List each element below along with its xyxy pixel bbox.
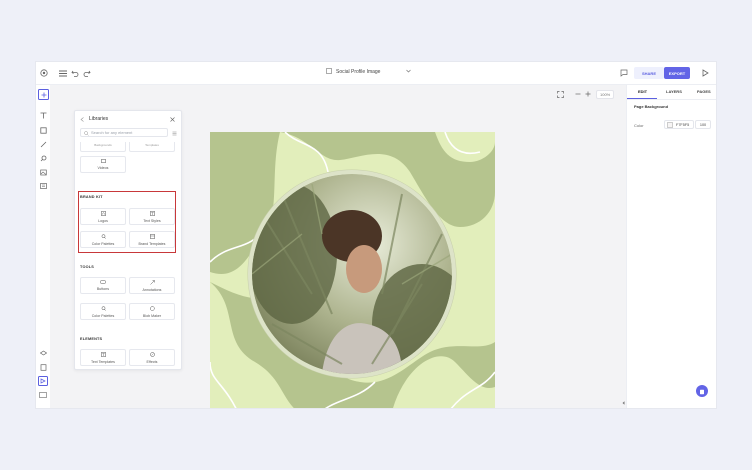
arrow-icon xyxy=(149,279,155,286)
menu-icon[interactable] xyxy=(58,68,68,78)
chevron-down-icon[interactable] xyxy=(406,69,412,75)
libraries-panel: Libraries Search for any element Backgro… xyxy=(74,110,182,370)
filter-icon[interactable] xyxy=(170,129,178,137)
close-icon[interactable] xyxy=(168,115,176,123)
text-styles-label: Text Styles xyxy=(143,218,161,223)
app-logo-icon[interactable] xyxy=(39,68,49,78)
text-templates-label: Text Templates xyxy=(91,359,115,364)
blob-maker-label: Blob Maker xyxy=(142,313,162,318)
brand-templates-label: Brand Templates xyxy=(138,241,166,246)
document-title-text: Social Profile Image xyxy=(336,69,381,75)
comment-icon[interactable] xyxy=(619,68,629,78)
zoom-out-icon[interactable] xyxy=(573,89,582,99)
zoom-value: 100% xyxy=(600,92,611,97)
undo-icon[interactable] xyxy=(70,68,80,78)
videos-card[interactable]: Videos xyxy=(80,156,126,173)
button-icon xyxy=(100,280,106,285)
profile-photo-frame[interactable] xyxy=(248,170,456,378)
keyboard-icon[interactable] xyxy=(38,390,48,400)
annotations-label: Annotations xyxy=(142,287,162,292)
play-icon[interactable] xyxy=(700,68,710,78)
help-chat-button[interactable] xyxy=(696,385,708,397)
color-hex-value: F7F5F5 xyxy=(676,122,690,127)
opacity-value: 100 xyxy=(699,122,707,127)
buttons-label: Buttons xyxy=(96,287,110,291)
text-tool-icon[interactable] xyxy=(38,110,48,120)
export-button[interactable]: EXPORT xyxy=(664,67,690,79)
annotations-card[interactable]: Annotations xyxy=(129,277,175,294)
palette-icon xyxy=(101,305,106,312)
document-icon xyxy=(326,68,332,76)
tab-edit[interactable]: EDIT xyxy=(638,89,647,94)
color-swatch[interactable] xyxy=(667,121,673,128)
page-icon[interactable] xyxy=(38,362,48,372)
chat-icon xyxy=(699,382,705,400)
logos-card[interactable]: Logos xyxy=(80,208,126,225)
brand-templates-card[interactable]: Brand Templates xyxy=(129,231,175,248)
effects-label: Effects xyxy=(146,359,158,364)
zoom-select[interactable]: 100% xyxy=(596,90,615,99)
video-icon xyxy=(100,159,106,164)
zoom-in-icon[interactable] xyxy=(583,89,592,99)
backgrounds-card[interactable]: Backgrounds xyxy=(80,142,126,152)
library-icon[interactable] xyxy=(38,376,48,386)
brand-color-palettes-label: Color Palettes xyxy=(91,241,115,246)
section-title: Page Background xyxy=(634,104,669,109)
backgrounds-label: Backgrounds xyxy=(94,143,112,147)
videos-label: Videos xyxy=(97,166,109,170)
add-icon[interactable] xyxy=(38,89,49,100)
left-tool-rail xyxy=(36,85,51,408)
top-toolbar: Social Profile Image SHARE EXPORT xyxy=(36,62,716,85)
share-button[interactable]: SHARE xyxy=(634,67,664,79)
logos-label: Logos xyxy=(98,218,108,223)
effects-card[interactable]: Effects xyxy=(129,349,175,366)
buttons-card[interactable]: Buttons xyxy=(80,277,126,294)
blob-maker-card[interactable]: Blob Maker xyxy=(129,303,175,320)
tools-color-palettes-label: Color Palettes xyxy=(91,313,115,318)
tools-heading: TOOLS xyxy=(80,265,95,269)
text-styles-card[interactable]: Text Styles xyxy=(129,208,175,225)
design-page[interactable] xyxy=(210,132,495,408)
search-input[interactable]: Search for any element xyxy=(80,128,168,137)
layers-icon[interactable] xyxy=(38,348,48,358)
logo-icon xyxy=(100,210,106,217)
tab-layers[interactable]: LAYERS xyxy=(666,89,682,94)
inspector-panel: EDIT LAYERS PAGES Page Background Color … xyxy=(626,85,716,408)
panel-title: Libraries xyxy=(89,116,109,122)
image-icon[interactable] xyxy=(38,167,48,177)
effects-icon xyxy=(149,351,155,358)
search-placeholder: Search for any element xyxy=(91,130,133,135)
palette-icon xyxy=(101,233,106,240)
brush-icon[interactable] xyxy=(38,153,48,163)
pen-tool-icon[interactable] xyxy=(38,139,48,149)
elements-heading: ELEMENTS xyxy=(80,337,103,341)
text-template-icon xyxy=(100,351,106,358)
document-title[interactable]: Social Profile Image xyxy=(326,68,412,76)
brand-color-palettes-card[interactable]: Color Palettes xyxy=(80,231,126,248)
tab-pages[interactable]: PAGES xyxy=(697,89,711,94)
search-icon xyxy=(84,131,89,137)
profile-photo xyxy=(252,174,452,374)
blob-icon xyxy=(149,305,155,312)
color-hex-field[interactable]: F7F5F5 xyxy=(664,120,694,129)
redo-icon[interactable] xyxy=(82,68,92,78)
qr-code-icon[interactable] xyxy=(38,181,48,191)
color-label: Color xyxy=(634,123,644,128)
text-style-icon xyxy=(149,210,155,217)
canvas-area: 100% Libraries Search for any element Ba… xyxy=(50,85,626,408)
templates-card[interactable]: Templates xyxy=(129,142,175,152)
brand-kit-heading: BRAND KIT xyxy=(80,195,103,199)
fit-screen-icon[interactable] xyxy=(555,89,565,99)
opacity-field[interactable]: 100 xyxy=(695,120,711,129)
tools-color-palettes-card[interactable]: Color Palettes xyxy=(80,303,126,320)
template-icon xyxy=(149,233,155,240)
text-templates-card[interactable]: Text Templates xyxy=(80,349,126,366)
tab-divider xyxy=(627,99,716,100)
shape-tool-icon[interactable] xyxy=(38,125,48,135)
editor-window: Social Profile Image SHARE EXPORT 100% L… xyxy=(36,62,716,408)
back-arrow-icon[interactable] xyxy=(79,116,86,123)
templates-label: Templates xyxy=(145,143,159,147)
